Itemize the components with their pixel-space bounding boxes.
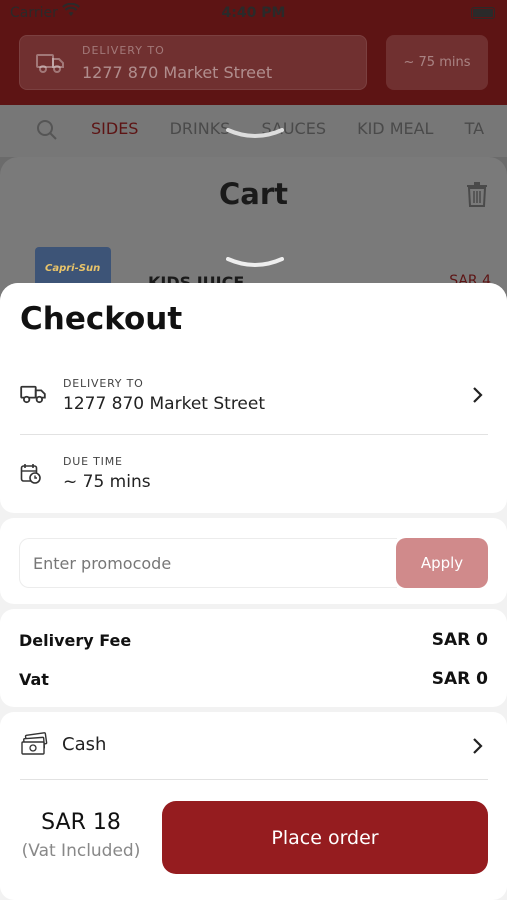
chevron-right-icon — [471, 386, 483, 408]
cash-icon — [20, 732, 50, 760]
header-eta-button[interactable]: ~ 75 mins — [386, 35, 488, 90]
category-tabs: SIDES DRINKS SAUCES KID MEAL TA — [91, 119, 507, 138]
due-time-label: DUE TIME — [63, 455, 123, 468]
chevron-down-icon[interactable] — [226, 257, 284, 269]
tab-kid-meal[interactable]: KID MEAL — [357, 119, 433, 138]
checkout-sheet: Checkout DELIVERY TO 1277 870 Market Str… — [0, 283, 507, 900]
delivery-fee-label: Delivery Fee — [19, 631, 132, 650]
place-order-button[interactable]: Place order — [162, 801, 488, 874]
vat-included-note: (Vat Included) — [21, 841, 141, 861]
chevron-down-icon[interactable] — [226, 128, 284, 140]
promo-card: Apply — [0, 518, 507, 604]
vat-value: SAR 0 — [431, 669, 488, 689]
divider — [20, 779, 488, 780]
chevron-right-icon — [471, 737, 483, 759]
search-icon[interactable] — [36, 119, 58, 145]
checkout-title: Checkout — [20, 301, 183, 337]
divider — [20, 434, 488, 435]
due-time-value: ~ 75 mins — [63, 472, 151, 492]
truck-icon — [20, 384, 46, 408]
tab-sides[interactable]: SIDES — [91, 119, 138, 138]
trash-icon[interactable] — [466, 181, 488, 211]
delivery-card: Checkout DELIVERY TO 1277 870 Market Str… — [0, 283, 507, 513]
cart-item-image-text: Capri-Sun — [45, 263, 101, 274]
tab-more[interactable]: TA — [465, 119, 484, 138]
header-delivery-address: 1277 870 Market Street — [82, 63, 273, 82]
truck-icon — [36, 52, 64, 78]
calendar-clock-icon — [20, 463, 42, 489]
app-header: Carrier 4:40 PM DELIVERY TO 1277 870 Mar… — [0, 0, 507, 105]
payment-method-row[interactable]: Cash — [0, 712, 507, 778]
fees-card: Delivery Fee SAR 0 Vat SAR 0 — [0, 609, 507, 707]
delivery-to-label: DELIVERY TO — [63, 377, 144, 390]
delivery-address: 1277 870 Market Street — [63, 394, 266, 414]
promocode-input[interactable] — [19, 538, 397, 588]
order-footer: SAR 18 (Vat Included) Place order — [0, 786, 507, 896]
delivery-to-row[interactable]: DELIVERY TO 1277 870 Market Street — [0, 363, 507, 433]
payment-method-label: Cash — [62, 734, 107, 755]
apply-button[interactable]: Apply — [396, 538, 488, 588]
cart-title: Cart — [218, 177, 289, 211]
status-bar: Carrier 4:40 PM — [0, 0, 507, 28]
battery-icon — [471, 7, 495, 19]
due-time-row: DUE TIME ~ 75 mins — [0, 441, 507, 511]
tab-drinks[interactable]: DRINKS — [170, 119, 231, 138]
status-time: 4:40 PM — [221, 5, 286, 21]
payment-card: Cash SAR 18 (Vat Included) Place order — [0, 712, 507, 900]
delivery-fee-value: SAR 0 — [431, 630, 488, 650]
vat-label: Vat — [19, 670, 49, 689]
order-total: SAR 18 — [41, 810, 121, 835]
header-delivery-label: DELIVERY TO — [82, 44, 165, 57]
header-delivery-button[interactable]: DELIVERY TO 1277 870 Market Street — [19, 35, 367, 90]
